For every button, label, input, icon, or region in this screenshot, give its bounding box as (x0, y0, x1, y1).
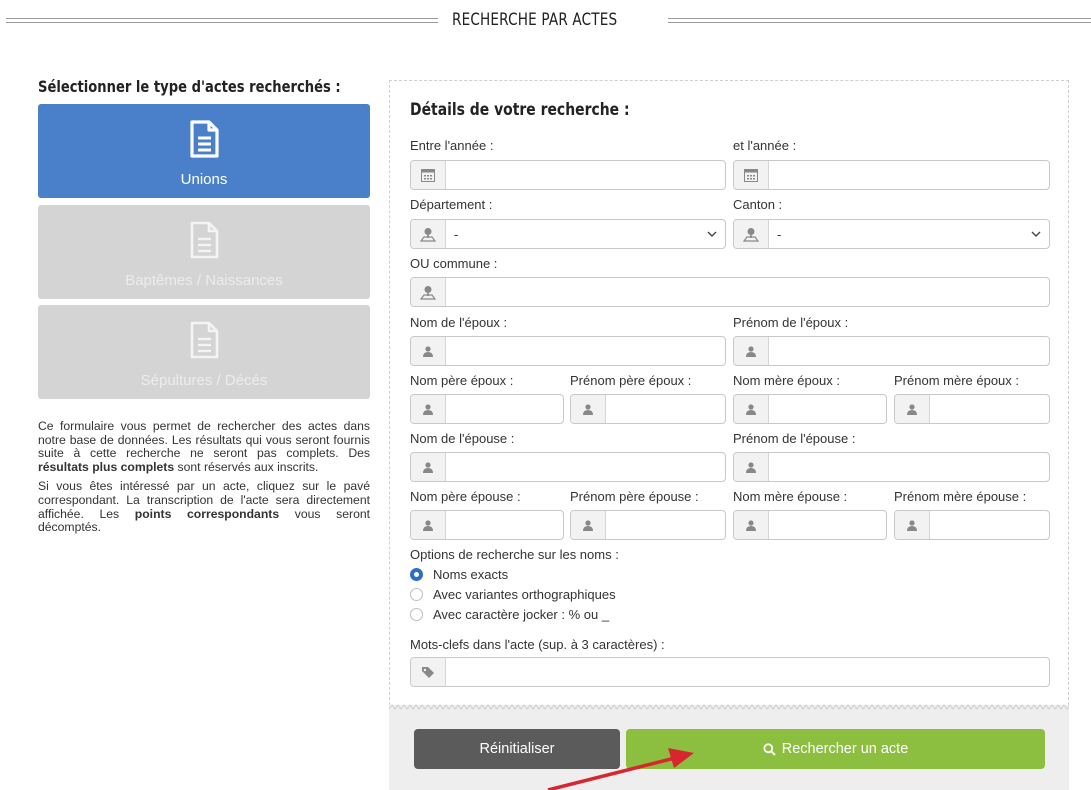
prenom-mere-epouse-input[interactable] (894, 510, 1050, 540)
departement-label: Département : (410, 197, 493, 212)
nom-mere-epouse-input[interactable] (733, 510, 887, 540)
canton-select[interactable]: - (733, 219, 1050, 249)
nom-pere-epoux-input[interactable] (410, 394, 564, 424)
header-rule-left (6, 18, 438, 23)
user-icon (411, 453, 446, 481)
search-button[interactable]: Rechercher un acte (626, 729, 1045, 769)
section-title: RECHERCHE PAR ACTES (452, 10, 618, 30)
name-options-label: Options de recherche sur les noms : (410, 547, 619, 562)
nom-pere-epouse-label: Nom père épouse : (410, 489, 521, 504)
section-header: RECHERCHE PAR ACTES (0, 6, 1091, 36)
search-button-label: Rechercher un acte (781, 741, 909, 757)
prenom-pere-epoux-input[interactable] (570, 394, 726, 424)
prenom-epouse-input[interactable] (733, 452, 1050, 482)
prenom-epouse-label: Prénom de l'épouse : (733, 431, 856, 446)
nom-pere-epouse-input[interactable] (410, 510, 564, 540)
map-pin-icon (734, 220, 769, 248)
year-to-label: et l'année : (733, 138, 797, 153)
keywords-input[interactable] (410, 657, 1050, 687)
departement-value: - (454, 226, 459, 242)
user-icon (734, 337, 769, 365)
description-paragraph-2: Si vous êtes intéressé par un acte, cliq… (38, 479, 371, 535)
type-button-baptemes[interactable]: Baptêmes / Naissances (38, 205, 370, 299)
zigzag-divider (389, 704, 1069, 710)
type-label: Sépultures / Décés (140, 372, 268, 389)
prenom-epoux-input[interactable] (733, 336, 1050, 366)
radio-selected[interactable] (410, 568, 423, 581)
prenom-pere-epouse-input[interactable] (570, 510, 726, 540)
year-from-label: Entre l'année : (410, 138, 494, 153)
user-icon (571, 511, 606, 539)
nom-epoux-input[interactable] (410, 336, 726, 366)
nom-epouse-label: Nom de l'épouse : (410, 431, 515, 446)
prenom-epoux-label: Prénom de l'époux : (733, 315, 849, 330)
option-jocker[interactable]: Avec caractère jocker : % ou _ (410, 607, 609, 622)
radio[interactable] (410, 588, 423, 601)
nom-pere-epoux-label: Nom père époux : (410, 373, 514, 388)
tag-icon (411, 658, 446, 686)
prenom-pere-epoux-label: Prénom père époux : (570, 373, 692, 388)
user-icon (895, 511, 930, 539)
nom-mere-epoux-input[interactable] (733, 394, 887, 424)
type-label: Baptêmes / Naissances (125, 272, 283, 289)
type-button-unions[interactable]: Unions (38, 104, 370, 198)
document-icon (190, 321, 219, 359)
nom-mere-epoux-label: Nom mère époux : (733, 373, 840, 388)
commune-label: OU commune : (410, 256, 498, 271)
chevron-down-icon (699, 231, 725, 237)
document-icon (190, 120, 219, 158)
canton-value: - (777, 226, 782, 242)
nom-mere-epouse-label: Nom mère épouse : (733, 489, 848, 504)
chevron-down-icon (1023, 231, 1049, 237)
year-from-input[interactable] (410, 160, 726, 190)
user-icon (734, 395, 769, 423)
commune-input[interactable] (410, 277, 1050, 307)
type-label: Unions (180, 171, 228, 188)
keywords-label: Mots-clefs dans l'acte (sup. à 3 caractè… (410, 637, 665, 652)
departement-select[interactable]: - (410, 219, 726, 249)
user-icon (734, 453, 769, 481)
header-rule-right (668, 18, 1091, 23)
search-details-title: Détails de votre recherche : (410, 100, 630, 120)
option-noms-exacts[interactable]: Noms exacts (410, 567, 508, 582)
map-pin-icon (411, 220, 446, 248)
prenom-mere-epoux-label: Prénom mère époux : (894, 373, 1020, 388)
year-to-input[interactable] (733, 160, 1050, 190)
canton-label: Canton : (733, 197, 783, 212)
option-label: Avec variantes orthographiques (433, 587, 616, 602)
user-icon (411, 511, 446, 539)
radio[interactable] (410, 608, 423, 621)
map-pin-icon (411, 278, 446, 306)
user-icon (411, 337, 446, 365)
calendar-icon (734, 161, 769, 189)
user-icon (411, 395, 446, 423)
user-icon (734, 511, 769, 539)
document-icon (190, 221, 219, 259)
nom-epoux-label: Nom de l'époux : (410, 315, 508, 330)
calendar-icon (411, 161, 446, 189)
user-icon (571, 395, 606, 423)
prenom-mere-epouse-label: Prénom mère épouse : (894, 489, 1027, 504)
form-description: Ce formulaire vous permet de rechercher … (38, 419, 371, 541)
prenom-mere-epoux-input[interactable] (894, 394, 1050, 424)
search-icon (763, 742, 776, 756)
act-type-heading: Sélectionner le type d'actes recherchés … (38, 77, 341, 96)
option-label: Avec caractère jocker : % ou _ (433, 607, 610, 622)
reset-button[interactable]: Réinitialiser (414, 729, 620, 769)
nom-epouse-input[interactable] (410, 452, 726, 482)
description-paragraph-1: Ce formulaire vous permet de rechercher … (38, 419, 370, 474)
option-variantes[interactable]: Avec variantes orthographiques (410, 587, 616, 602)
option-label: Noms exacts (433, 567, 509, 582)
prenom-pere-epouse-label: Prénom père épouse : (570, 489, 699, 504)
type-button-sepultures[interactable]: Sépultures / Décés (38, 305, 370, 399)
user-icon (895, 395, 930, 423)
